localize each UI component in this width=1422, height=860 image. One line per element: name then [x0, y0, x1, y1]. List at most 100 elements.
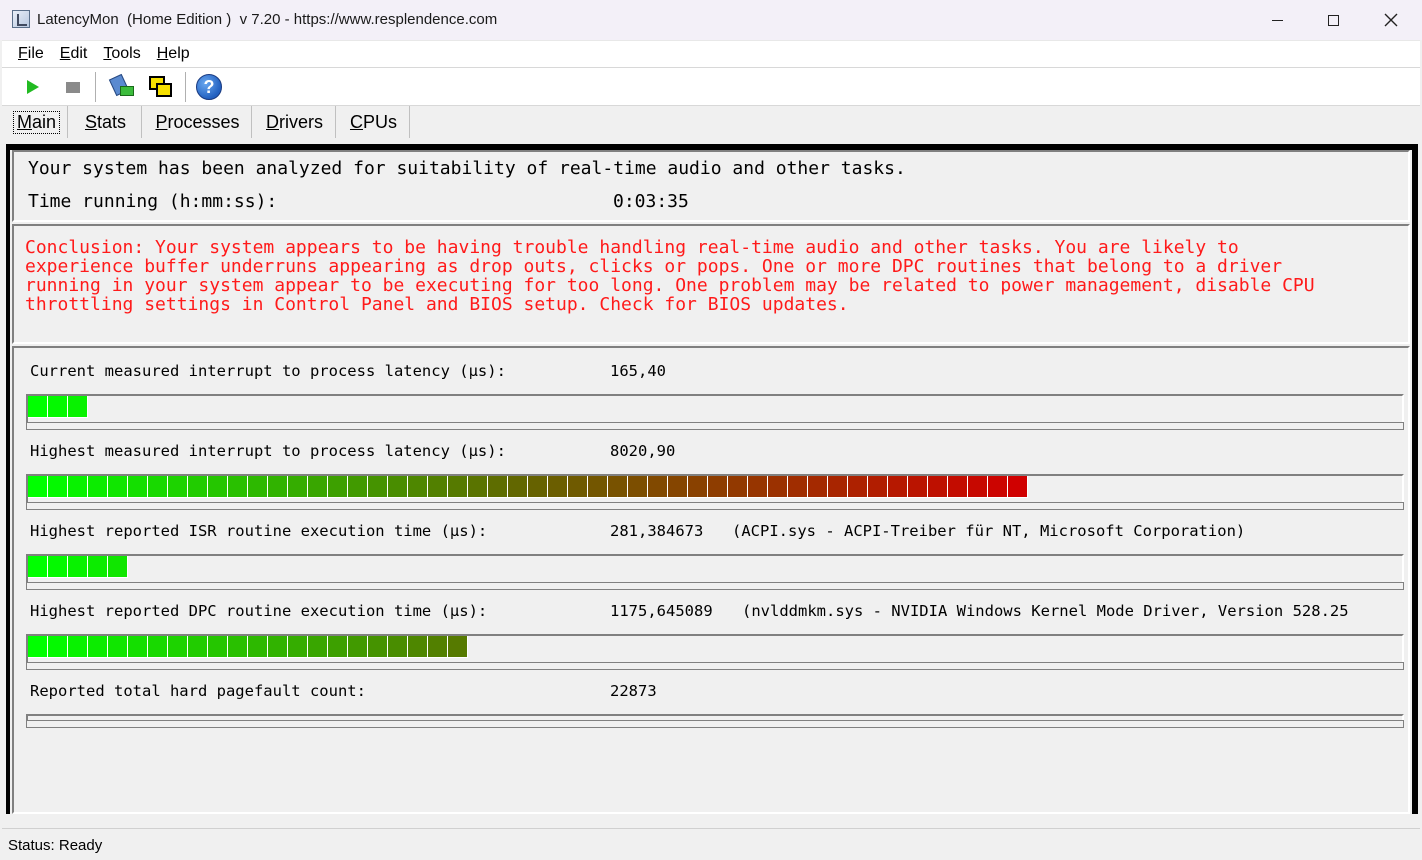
pagefault-gauge	[26, 714, 1404, 728]
gauge-cell	[148, 636, 168, 658]
tab-drivers[interactable]: Drivers	[254, 106, 336, 138]
maximize-button[interactable]	[1304, 0, 1362, 40]
gauge-cell	[48, 396, 68, 418]
gauge-cell	[128, 476, 148, 498]
gauge-cell	[348, 476, 368, 498]
gauge-cell	[48, 636, 68, 658]
close-button[interactable]	[1362, 0, 1420, 40]
latency-gauge	[26, 634, 1404, 670]
gauge-cell	[908, 476, 928, 498]
gauge-cell	[768, 476, 788, 498]
gauge-cell	[408, 476, 428, 498]
gauge-cell	[228, 476, 248, 498]
gauge-cell	[928, 476, 948, 498]
gauge-cell	[88, 556, 108, 578]
gauge-cell	[948, 476, 968, 498]
menu-file[interactable]: File	[16, 45, 46, 63]
gauge-fill	[28, 556, 128, 578]
gauge-cell	[528, 476, 548, 498]
gauge-cell	[288, 476, 308, 498]
gauge-cell	[308, 636, 328, 658]
gauge-cell	[168, 636, 188, 658]
time-running-label: Time running (h:mm:ss):	[28, 191, 278, 212]
toolbar-separator	[95, 72, 96, 102]
tab-stats[interactable]: Stats	[70, 106, 142, 138]
gauge-cell	[708, 476, 728, 498]
menu-tools[interactable]: Tools	[101, 45, 142, 63]
minimize-button[interactable]	[1248, 0, 1306, 40]
gauge-cell	[988, 476, 1008, 498]
gauge-cell	[28, 556, 48, 578]
windows-button[interactable]	[146, 72, 176, 102]
gauge-cell	[88, 476, 108, 498]
stop-button[interactable]	[58, 72, 88, 102]
gauge-cell	[88, 636, 108, 658]
gauge-cell	[148, 476, 168, 498]
metric-label: Highest reported ISR routine execution t…	[30, 522, 488, 540]
gauge-cell	[288, 636, 308, 658]
app-icon	[12, 10, 30, 28]
gauge-cell	[548, 476, 568, 498]
gauge-cell	[388, 476, 408, 498]
metric-label: Highest reported DPC routine execution t…	[30, 602, 488, 620]
gauge-cell	[648, 476, 668, 498]
toolbar-separator	[185, 72, 186, 102]
gauge-cell	[448, 476, 468, 498]
gauge-cell	[188, 476, 208, 498]
maximize-icon	[1327, 14, 1339, 26]
metric-value: 22873	[610, 682, 657, 700]
gauge-cell	[868, 476, 888, 498]
title-bar: LatencyMon (Home Edition ) v 7.20 - http…	[0, 0, 1422, 40]
start-button[interactable]	[18, 72, 48, 102]
conclusion-text: Conclusion: Your system appears to be ha…	[25, 237, 1315, 315]
gauge-cell	[228, 636, 248, 658]
gauge-fill	[28, 396, 88, 418]
tab-main[interactable]: Main	[6, 106, 68, 138]
metric-value: 165,40	[610, 362, 666, 380]
menu-bar: File Edit Tools Help	[2, 40, 1420, 67]
gauge-cell	[308, 476, 328, 498]
menu-edit[interactable]: Edit	[58, 45, 90, 63]
close-icon	[1384, 13, 1398, 27]
menu-help[interactable]: Help	[155, 45, 192, 63]
gauge-cell	[888, 476, 908, 498]
gauge-cell	[668, 476, 688, 498]
analysis-text: Your system has been analyzed for suitab…	[28, 158, 906, 179]
analyze-button[interactable]	[106, 72, 136, 102]
gauge-cell	[28, 476, 48, 498]
tab-processes[interactable]: Processes	[144, 106, 252, 138]
tab-bar: Main Stats Processes Drivers CPUs	[2, 106, 1420, 140]
gauge-cell	[108, 636, 128, 658]
gauge-cell	[968, 476, 988, 498]
play-icon	[27, 80, 39, 94]
gauge-cell	[328, 476, 348, 498]
gauge-cell	[268, 476, 288, 498]
gauge-cell	[268, 636, 288, 658]
gauge-cell	[48, 556, 68, 578]
gauge-cell	[68, 556, 88, 578]
gauge-cell	[368, 636, 388, 658]
gauge-cell	[748, 476, 768, 498]
gauge-cell	[248, 476, 268, 498]
gauge-cell	[848, 476, 868, 498]
latency-gauge	[26, 554, 1404, 590]
tab-cpus[interactable]: CPUs	[338, 106, 410, 138]
analyze-icon	[108, 73, 134, 100]
gauge-cell	[108, 476, 128, 498]
metric-value: 1175,645089	[610, 602, 713, 620]
gauge-cell	[28, 396, 48, 418]
status-text: Status: Ready	[8, 837, 103, 854]
help-button[interactable]: ?	[194, 72, 224, 102]
gauge-cell	[248, 636, 268, 658]
gauge-cell	[48, 476, 68, 498]
gauge-cell	[688, 476, 708, 498]
gauge-cell	[408, 636, 428, 658]
metric-value: 281,384673	[610, 522, 704, 540]
gauge-cell	[828, 476, 848, 498]
gauge-cell	[608, 476, 628, 498]
gauge-cell	[448, 636, 468, 658]
gauge-cell	[1008, 476, 1028, 498]
gauge-cell	[348, 636, 368, 658]
gauge-cell	[508, 476, 528, 498]
gauge-cell	[788, 476, 808, 498]
